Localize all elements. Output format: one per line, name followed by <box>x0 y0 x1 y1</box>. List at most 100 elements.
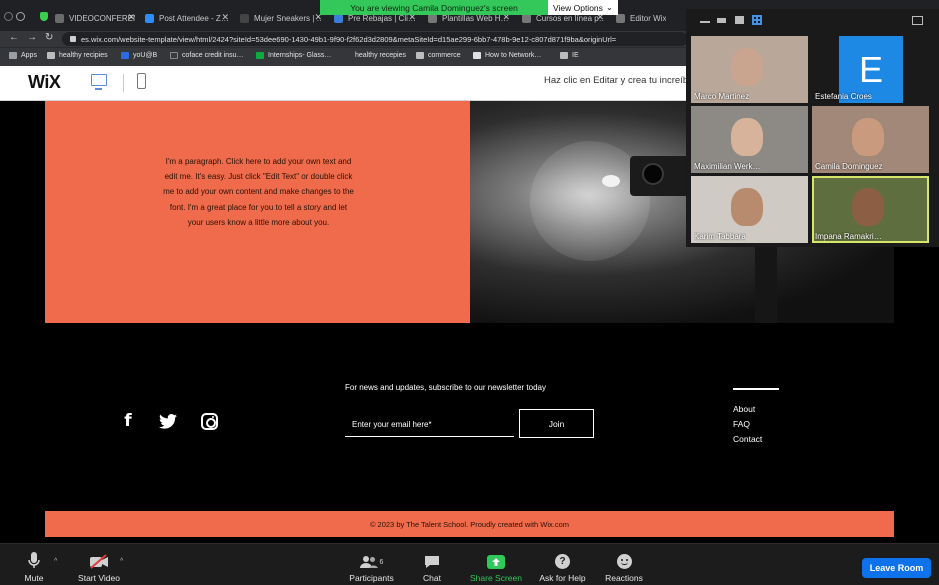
gallery-view-icon[interactable] <box>752 15 762 25</box>
leave-room-button[interactable]: Leave Room <box>862 558 931 578</box>
tab-favicon-icon <box>428 14 437 23</box>
tab-label: Post Attendee - Z… <box>159 14 229 23</box>
browser-tab[interactable]: VIDEOCONFEREN… ✕ <box>55 10 135 27</box>
video-off-icon <box>90 554 108 569</box>
participant-name: Karim Tabbara <box>694 232 746 241</box>
close-icon[interactable]: ✕ <box>221 12 229 23</box>
video-tile[interactable]: Maximilian Werk… <box>691 106 808 173</box>
shield-extension-icon[interactable] <box>40 12 48 21</box>
bookmark-label: How to Network… <box>485 52 542 59</box>
bookmark-item[interactable]: Internships- Glass… <box>256 52 331 59</box>
chevron-up-icon[interactable]: ^ <box>54 558 57 565</box>
copyright-text: © 2023 by The Talent School. Proudly cre… <box>369 519 570 529</box>
bookmark-label: coface credit insu… <box>182 52 244 59</box>
chat-button[interactable]: Chat <box>418 544 446 585</box>
video-tile-active-speaker[interactable]: Impana Ramakri… <box>812 176 929 243</box>
chat-label: Chat <box>423 573 441 583</box>
bookmark-label: healthy recipies <box>59 52 108 59</box>
speaker-view-icon[interactable] <box>735 16 744 24</box>
join-button[interactable]: Join <box>519 409 594 438</box>
url-field[interactable]: es.wix.com/website-template/view/html/24… <box>62 32 688 46</box>
screen-share-text: You are viewing Camila Dominguez's scree… <box>350 2 518 13</box>
bookmark-label: IE <box>572 52 579 59</box>
tab-favicon-icon <box>55 14 64 23</box>
window-control-icon[interactable] <box>4 12 13 21</box>
bookmark-item[interactable]: commerce <box>416 52 461 59</box>
meeting-toolbar: Mute ^ Start Video ^ 6 Participants Chat… <box>0 543 939 585</box>
spotlight <box>602 175 620 187</box>
start-video-label: Start Video <box>78 573 120 583</box>
browser-tab[interactable]: Post Attendee - Z… ✕ <box>145 10 229 27</box>
email-input[interactable]: Enter your email here* <box>345 412 514 437</box>
desktop-view-icon[interactable] <box>91 74 107 90</box>
mute-button[interactable]: Mute <box>16 544 52 585</box>
bookmark-apps[interactable]: Apps <box>9 52 37 59</box>
exit-fullscreen-icon[interactable] <box>912 16 923 25</box>
microphone-icon <box>28 552 40 568</box>
bookmark-favicon-icon <box>343 52 351 59</box>
video-tile[interactable]: Camila Dominguez <box>812 106 929 173</box>
share-screen-label: Share Screen <box>470 573 522 583</box>
bookmark-favicon-icon <box>473 52 481 59</box>
wix-logo[interactable]: WiX <box>28 72 61 93</box>
mute-label: Mute <box>24 573 44 583</box>
mobile-view-icon[interactable] <box>137 73 146 89</box>
folder-icon <box>560 52 568 59</box>
footer-link-about[interactable]: About <box>733 404 755 414</box>
bookmark-item[interactable]: healthy recipies <box>47 52 108 59</box>
footer-link-contact[interactable]: Contact <box>733 434 762 444</box>
footer-link-faq[interactable]: FAQ <box>733 419 750 429</box>
bookmark-item[interactable]: How to Network… <box>473 52 541 59</box>
people-icon <box>359 556 378 568</box>
url-text: es.wix.com/website-template/view/html/24… <box>81 34 617 44</box>
edit-prompt-text: Haz clic en Editar y crea tu increíble <box>544 75 696 86</box>
video-tile[interactable]: E Estefania Croes <box>812 36 929 103</box>
view-options-button[interactable]: View Options ⌄ <box>548 0 618 15</box>
bookmark-item[interactable]: yoU@B <box>121 52 157 59</box>
chevron-up-icon[interactable]: ^ <box>120 558 123 565</box>
minimize-icon[interactable] <box>700 21 710 23</box>
ask-for-help-button[interactable]: ? Ask for Help <box>535 544 590 585</box>
close-icon[interactable]: ✕ <box>127 12 135 23</box>
participants-label: Participants <box>349 573 394 583</box>
browser-tab[interactable]: Editor Wix <box>616 10 682 27</box>
thumbnail-view-icon[interactable] <box>717 18 726 23</box>
share-screen-button[interactable]: Share Screen <box>466 544 526 585</box>
avatar-letter: E <box>858 48 883 90</box>
camera-lens <box>642 163 664 185</box>
start-video-button[interactable]: Start Video <box>74 544 124 585</box>
bookmark-item[interactable]: IE <box>560 52 579 59</box>
participant-video <box>731 188 763 226</box>
paragraph-text[interactable]: I'm a paragraph. Click here to add your … <box>162 154 355 230</box>
forward-arrow-icon[interactable]: → <box>27 32 37 43</box>
lock-icon <box>70 36 76 42</box>
browser-tab[interactable]: Mujer Sneakers | … ✕ <box>240 10 322 27</box>
video-tile[interactable]: Karim Tabbara <box>691 176 808 243</box>
help-icon: ? <box>555 554 570 569</box>
divider <box>123 74 124 92</box>
reload-icon[interactable]: ↻ <box>45 32 53 43</box>
bookmark-favicon-icon <box>256 52 264 59</box>
video-tile[interactable]: Marco Martinez <box>691 36 808 103</box>
tab-label: Plantillas Web H… <box>442 14 509 23</box>
instagram-glyph <box>200 412 218 430</box>
participant-video <box>852 118 884 156</box>
participant-name: Estefania Croes <box>815 92 872 101</box>
tab-favicon-icon <box>522 14 531 23</box>
participant-video <box>731 48 763 86</box>
twitter-icon[interactable] <box>158 411 178 431</box>
join-label: Join <box>548 418 565 429</box>
share-screen-icon <box>487 555 505 569</box>
tab-label: Cursos en línea p… <box>536 14 604 23</box>
tab-label: VIDEOCONFEREN… <box>69 14 135 23</box>
instagram-icon[interactable] <box>199 411 219 431</box>
bookmark-item[interactable]: coface credit insu… <box>170 52 243 59</box>
facebook-icon[interactable]: f <box>118 411 138 431</box>
bookmark-label: yoU@B <box>133 52 158 59</box>
info-icon[interactable] <box>16 12 25 21</box>
participants-button[interactable]: 6 Participants <box>344 544 399 585</box>
back-arrow-icon[interactable]: ← <box>9 32 19 43</box>
reactions-button[interactable]: Reactions <box>601 544 647 585</box>
participants-icon: 6 <box>359 555 383 569</box>
bookmark-item[interactable]: healthy recepies <box>343 52 406 59</box>
